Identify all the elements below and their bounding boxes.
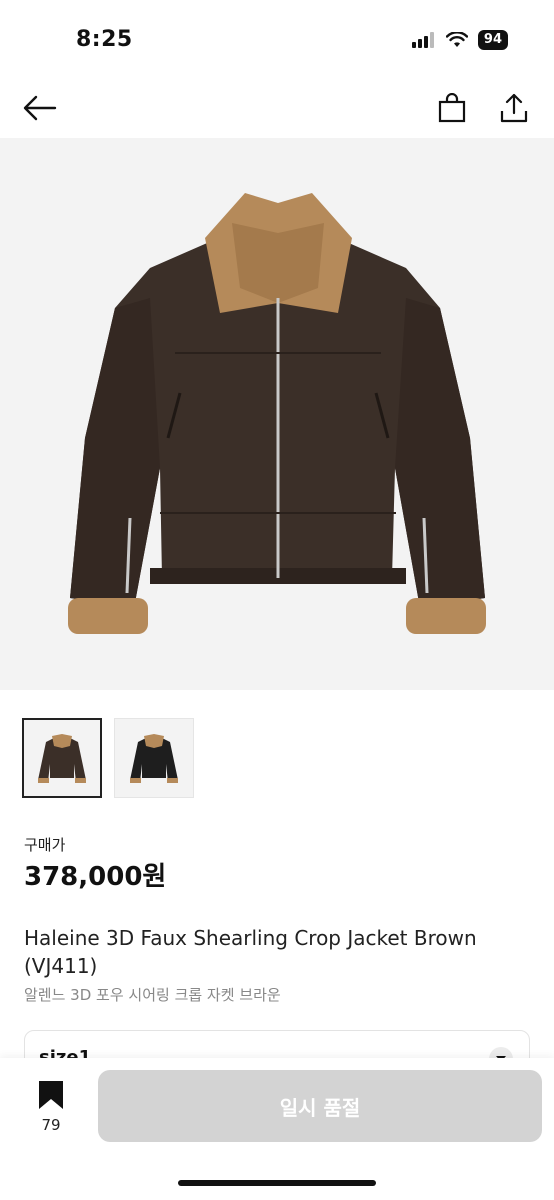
top-navigation xyxy=(0,76,554,138)
bottom-action-bar: 79 일시 품절 xyxy=(0,1058,554,1200)
product-image[interactable] xyxy=(0,138,554,690)
thumbnail-black[interactable] xyxy=(114,718,194,798)
thumbnail-brown[interactable] xyxy=(22,718,102,798)
status-time: 8:25 xyxy=(76,27,133,52)
bookmark-count: 79 xyxy=(41,1116,61,1134)
price-label: 구매가 xyxy=(24,836,66,854)
thumbnail-strip xyxy=(22,718,194,798)
shopping-bag-icon xyxy=(438,93,466,123)
product-name-korean: 알렌느 3D 포우 시어링 크롭 자켓 브라운 xyxy=(24,986,281,1004)
share-icon xyxy=(500,93,528,123)
signal-icon xyxy=(411,32,434,48)
bookmark-icon xyxy=(39,1081,63,1109)
jacket-illustration xyxy=(68,193,486,634)
home-indicator xyxy=(178,1180,376,1186)
jacket-black-thumbnail-icon xyxy=(130,734,178,783)
wifi-icon xyxy=(445,32,468,47)
bookmark-button[interactable]: 79 xyxy=(28,1080,74,1140)
battery-indicator: 94 xyxy=(477,30,508,50)
product-name-english: Haleine 3D Faux Shearling Crop Jacket Br… xyxy=(24,926,477,978)
back-button[interactable] xyxy=(20,88,60,128)
share-button[interactable] xyxy=(494,88,534,128)
cart-button[interactable] xyxy=(432,88,472,128)
sold-out-button[interactable]: 일시 품절 xyxy=(98,1070,542,1142)
price-value: 378,000원 xyxy=(24,862,167,892)
jacket-brown-thumbnail-icon xyxy=(38,734,86,783)
status-icons: 94 xyxy=(411,30,508,50)
arrow-left-icon xyxy=(23,95,57,121)
status-bar: 8:25 94 xyxy=(0,0,554,76)
